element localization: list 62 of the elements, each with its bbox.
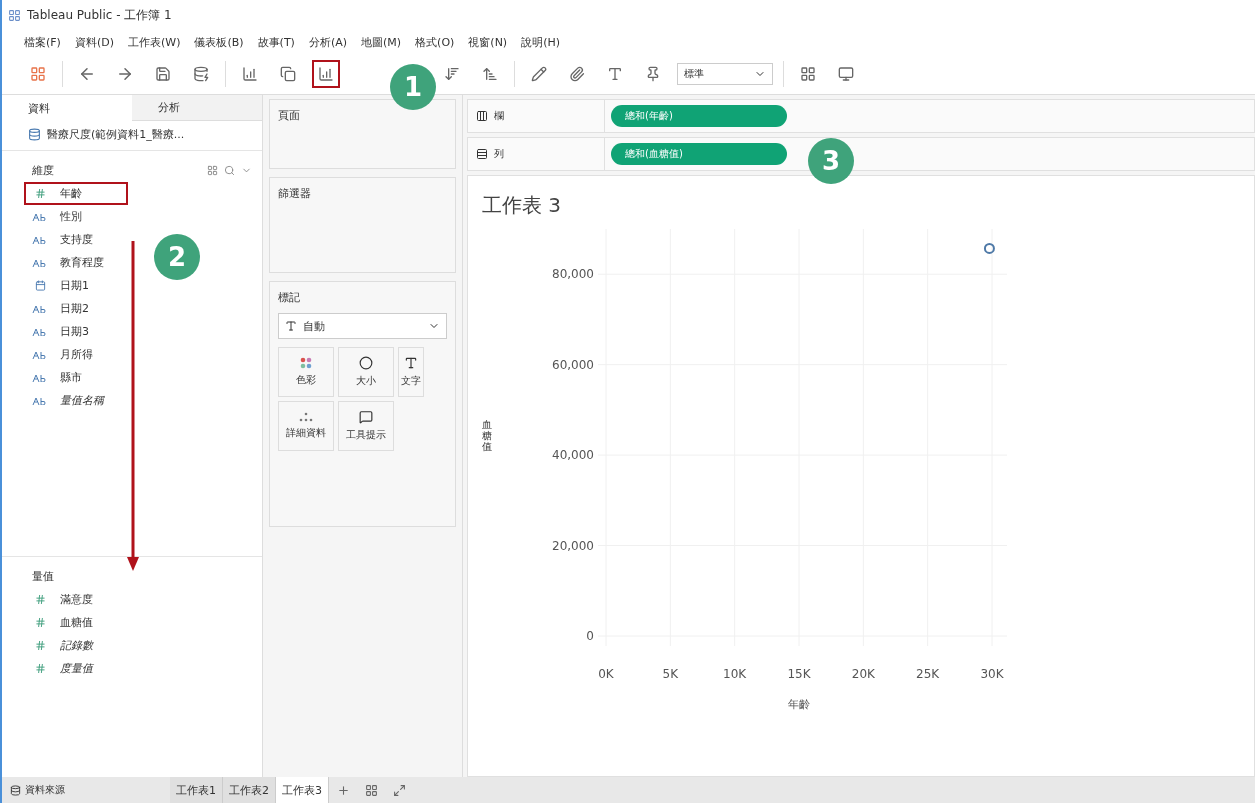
field-item[interactable]: 記錄數 <box>24 634 128 657</box>
menu-item[interactable]: 說明(H) <box>521 34 560 50</box>
step-number-badge: 1 <box>390 64 436 110</box>
sheet-tab[interactable]: 工作表1 <box>170 777 223 803</box>
axis-tick-label: 60,000 <box>552 357 594 372</box>
card-title: 篩選器 <box>278 186 312 201</box>
mark-property-button[interactable]: 詳細資料 <box>278 401 334 451</box>
sheet-tab[interactable]: 工作表2 <box>223 777 276 803</box>
axis-tick-label: 20K <box>851 667 875 681</box>
section-title: 維度 <box>32 163 54 178</box>
menu-item[interactable]: 分析(A) <box>308 34 347 50</box>
field-item[interactable]: 年齡 <box>24 182 128 205</box>
window-title: Tableau Public - 工作簿 1 <box>27 6 172 24</box>
menu-item[interactable]: 資料(D) <box>74 34 114 50</box>
field-item[interactable]: 性別 <box>24 205 128 228</box>
shelf-label: 列 <box>494 147 504 161</box>
menu-item[interactable]: 地圖(M) <box>361 34 402 50</box>
axis-tick-label: 15K <box>787 667 811 681</box>
field-item[interactable]: 滿意度 <box>24 588 128 611</box>
axis-tick-label: 5K <box>662 667 679 681</box>
field-item[interactable]: 教育程度 <box>24 251 128 274</box>
sheet-tab[interactable]: 工作表3 <box>276 777 329 803</box>
axis-tick-label: 40,000 <box>552 448 594 463</box>
mark-type-dropdown[interactable]: 自動 <box>278 313 447 339</box>
field-item[interactable]: 量值名稱 <box>24 389 128 412</box>
menu-item[interactable]: 儀表板(B) <box>194 34 244 50</box>
field-item[interactable]: 度量值 <box>24 657 128 680</box>
mark-property-button[interactable]: 工具提示 <box>338 401 394 451</box>
mark-property-button[interactable]: 大小 <box>338 347 394 397</box>
axis-title: 血糖值 <box>482 419 492 452</box>
sheet-title: 工作表 3 <box>482 192 563 219</box>
axis-tick-label: 0 <box>586 629 594 643</box>
menu-item[interactable]: 工作表(W) <box>128 34 181 50</box>
field-item[interactable]: 日期2 <box>24 297 128 320</box>
step-number-badge: 2 <box>154 234 200 280</box>
menu-item[interactable]: 視窗(N) <box>468 34 508 50</box>
data-source-name[interactable]: 醫療尺度(範例資料1_醫療... <box>47 127 185 142</box>
axis-tick-label: 0K <box>598 667 614 681</box>
axis-title: 年齡 <box>788 698 810 711</box>
card-title: 頁面 <box>278 108 301 123</box>
panel-tab[interactable]: 分析 <box>132 95 262 121</box>
field-item[interactable]: 血糖值 <box>24 611 128 634</box>
menu-item[interactable]: 故事(T) <box>257 34 295 50</box>
field-item[interactable]: 日期1 <box>24 274 128 297</box>
section-title: 量值 <box>32 569 54 584</box>
field-item[interactable]: 日期3 <box>24 320 128 343</box>
card-title: 標記 <box>278 290 301 305</box>
field-item[interactable]: 月所得 <box>24 343 128 366</box>
data-source-tab[interactable]: 資料來源 <box>2 783 170 797</box>
axis-tick-label: 25K <box>916 667 940 681</box>
axis-tick-label: 80,000 <box>552 267 594 282</box>
axis-tick-label: 30K <box>980 667 1004 681</box>
menu-item[interactable]: 檔案(F) <box>24 34 61 50</box>
field-item[interactable]: 縣市 <box>24 366 128 389</box>
axis-tick-label: 20,000 <box>552 538 594 553</box>
mark-property-button[interactable]: 文字 <box>398 347 424 397</box>
axis-tick-label: 10K <box>723 667 747 681</box>
menu-item[interactable]: 格式(O) <box>415 34 455 50</box>
mark-property-button[interactable]: 色彩 <box>278 347 334 397</box>
fit-dropdown[interactable]: 標準 <box>677 63 773 85</box>
shelf-label: 欄 <box>494 109 504 123</box>
field-item[interactable]: 支持度 <box>24 228 128 251</box>
